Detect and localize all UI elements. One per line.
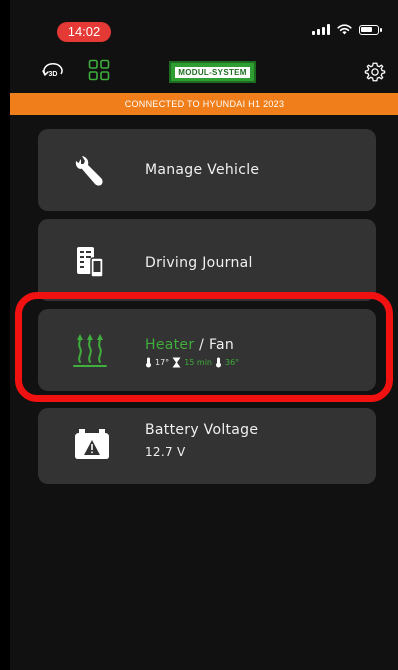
signal-icon (312, 24, 330, 35)
inside-temperature: 17° (155, 358, 170, 367)
driving-journal-card[interactable]: Driving Journal (38, 219, 376, 301)
battery-icon (359, 24, 382, 35)
3d-label: 3D (49, 71, 58, 78)
status-bar: 14:02 (10, 0, 398, 46)
heater-timer: 15 min (184, 358, 212, 367)
driving-journal-title: Driving Journal (145, 255, 253, 271)
3d-view-icon: 3D (42, 63, 63, 78)
journal-icon (75, 246, 105, 278)
modul-system-logo: MODUL-SYSTEM (169, 61, 256, 83)
wifi-icon (337, 24, 352, 35)
top-toolbar: 3D MODUL-SYSTEM (10, 52, 398, 90)
heat-waves-icon (72, 331, 108, 369)
thermometer-icon (146, 357, 151, 368)
hourglass-icon (172, 357, 181, 368)
status-icons (312, 24, 382, 35)
heater-fan-card[interactable]: Heater / Fan 17° 15 min 36° (38, 309, 376, 391)
logo-text-right: SYSTEM (212, 67, 247, 77)
battery-voltage-title: Battery Voltage (145, 422, 259, 438)
connection-banner: CONNECTED TO HYUNDAI H1 2023 (10, 93, 398, 115)
heater-fan-title: Heater / Fan (145, 337, 234, 353)
manage-vehicle-title: Manage Vehicle (145, 162, 260, 178)
wrench-icon (71, 153, 115, 189)
heater-fan-separator: / (199, 337, 205, 353)
fan-label: Fan (208, 337, 235, 353)
status-time: 14:02 (57, 22, 111, 42)
settings-button[interactable] (363, 60, 387, 84)
3d-view-button[interactable]: 3D (40, 60, 66, 82)
heater-label: Heater (145, 337, 195, 353)
grid-icon (88, 59, 110, 81)
manage-vehicle-card[interactable]: Manage Vehicle (38, 129, 376, 211)
app-screen: 14:02 3D MODUL-SYSTEM CONNECTED TO HYUND… (10, 0, 398, 670)
thermometer-target-icon (216, 357, 221, 368)
heater-status-row: 17° 15 min 36° (145, 357, 239, 368)
target-temperature: 36° (225, 358, 240, 367)
battery-voltage-value: 12.7 V (145, 445, 186, 459)
battery-voltage-card[interactable]: Battery Voltage 12.7 V (38, 408, 376, 484)
car-battery-icon (72, 426, 112, 462)
settings-gear-icon (364, 62, 386, 82)
grid-view-button[interactable] (87, 58, 111, 82)
logo-text-left: MODUL (178, 67, 210, 77)
